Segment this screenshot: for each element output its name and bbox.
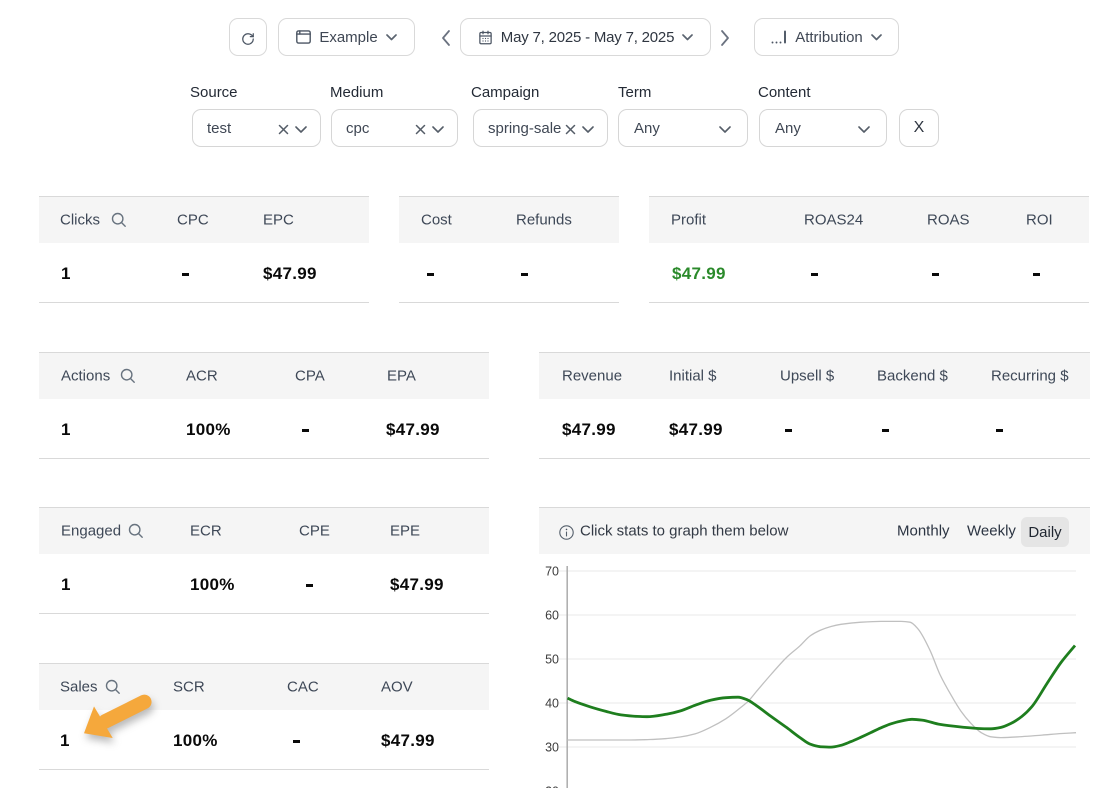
svg-text:70: 70: [545, 565, 559, 579]
svg-text:20: 20: [545, 785, 559, 788]
svg-text:50: 50: [545, 653, 559, 667]
svg-text:60: 60: [545, 609, 559, 623]
svg-text:40: 40: [545, 697, 559, 711]
svg-text:30: 30: [545, 741, 559, 755]
